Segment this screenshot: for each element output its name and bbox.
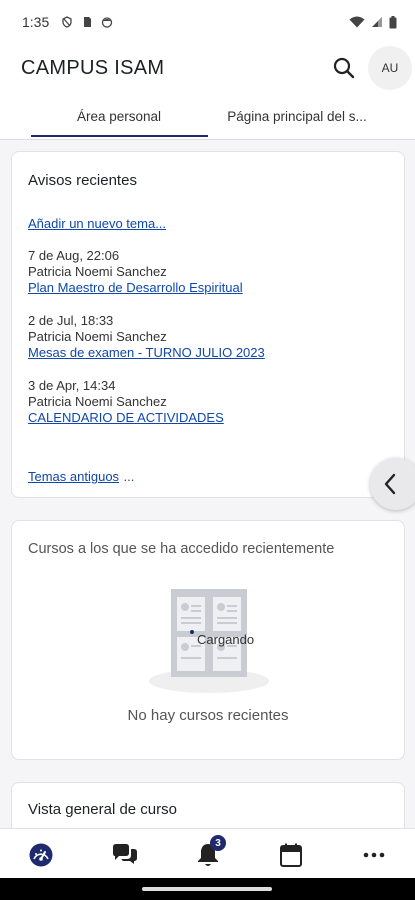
cursos-title: Cursos a los que se ha accedido reciente… xyxy=(28,541,335,557)
status-bar: 1:35 xyxy=(0,0,415,44)
home-gesture-handle[interactable] xyxy=(142,887,272,891)
post-author: Patricia Noemi Sanchez xyxy=(28,329,167,344)
post-author: Patricia Noemi Sanchez xyxy=(28,394,167,409)
post-date: 3 de Apr, 14:34 xyxy=(28,378,116,393)
bottom-navigation: 3 xyxy=(0,828,415,878)
wifi-icon xyxy=(349,16,365,28)
add-new-topic-link[interactable]: Añadir un nuevo tema... xyxy=(28,216,166,231)
status-time: 1:35 xyxy=(22,14,50,30)
notifications-badge: 3 xyxy=(210,835,226,851)
post-subject-link[interactable]: CALENDARIO DE ACTIVIDADES xyxy=(28,410,224,425)
messages-icon xyxy=(113,844,137,864)
nav-messages[interactable] xyxy=(111,841,139,869)
nav-notifications[interactable]: 3 xyxy=(194,835,226,869)
signal-icon xyxy=(372,17,382,27)
post-subject-link[interactable]: Mesas de examen - TURNO JULIO 2023 xyxy=(28,345,265,360)
tab-bar: Área personal Página principal del s... xyxy=(0,92,415,140)
post-subject-link[interactable]: Plan Maestro de Desarrollo Espiritual xyxy=(28,280,243,295)
search-icon xyxy=(333,57,355,79)
old-topics-ellipsis: ... xyxy=(123,469,135,484)
loading-text: Cargando xyxy=(197,632,255,647)
tab-area-personal[interactable]: Área personal xyxy=(30,92,208,140)
shield-icon xyxy=(62,16,72,28)
status-right-icons xyxy=(349,15,397,29)
app-title: CAMPUS ISAM xyxy=(21,56,165,79)
nav-calendar[interactable] xyxy=(277,841,305,869)
tab-selected-indicator xyxy=(31,135,208,137)
empty-courses-message: No hay cursos recientes xyxy=(127,707,289,724)
old-topics-link[interactable]: Temas antiguos xyxy=(28,469,119,484)
post-author: Patricia Noemi Sanchez xyxy=(28,264,167,279)
search-button[interactable] xyxy=(330,54,358,82)
tab-pagina-principal[interactable]: Página principal del s... xyxy=(208,92,386,140)
calendar-icon xyxy=(280,843,302,867)
more-icon xyxy=(363,852,385,858)
drawer-toggle-button[interactable] xyxy=(370,458,415,510)
old-topics-row: Temas antiguos ... xyxy=(28,468,134,486)
nav-more[interactable] xyxy=(360,841,388,869)
face-icon xyxy=(102,17,113,28)
avisos-title: Avisos recientes xyxy=(28,172,137,189)
system-gesture-bar xyxy=(0,878,415,900)
chevron-left-icon xyxy=(384,473,396,495)
cursos-recientes-card: Cursos a los que se ha accedido reciente… xyxy=(11,520,405,760)
battery-icon xyxy=(389,15,397,28)
avisos-recientes-card: Avisos recientes Añadir un nuevo tema...… xyxy=(11,151,405,498)
status-left-icons xyxy=(61,16,113,28)
post-date: 2 de Jul, 18:33 xyxy=(28,313,114,328)
sim-icon xyxy=(84,17,92,27)
vista-general-title: Vista general de curso xyxy=(28,801,177,818)
user-avatar[interactable]: AU xyxy=(368,46,412,90)
nav-dashboard[interactable] xyxy=(27,841,55,869)
app-header: CAMPUS ISAM AU xyxy=(0,44,415,92)
post-date: 7 de Aug, 22:06 xyxy=(28,248,120,263)
dashboard-icon xyxy=(29,843,53,867)
